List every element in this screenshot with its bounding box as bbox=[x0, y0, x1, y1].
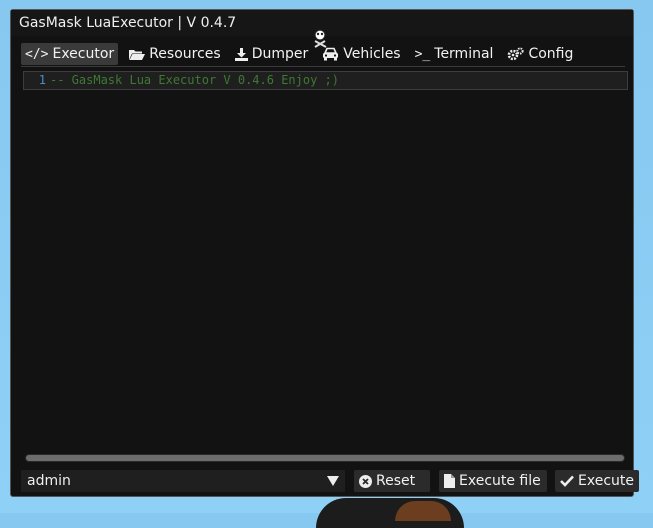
tab-executor[interactable]: </> Executor bbox=[21, 43, 119, 65]
close-circle-icon bbox=[359, 474, 372, 488]
execute-label: Execute bbox=[578, 473, 634, 489]
tab-bar: </> Executor Resources Dumper Vehicles >… bbox=[21, 43, 577, 65]
tab-divider bbox=[21, 66, 625, 67]
tab-terminal[interactable]: >_ Terminal bbox=[411, 43, 498, 65]
footer-bar: admin Reset Execute file Execute bbox=[21, 470, 639, 492]
check-icon bbox=[560, 475, 574, 487]
resource-select[interactable]: admin bbox=[21, 470, 345, 492]
tab-vehicles-label: Vehicles bbox=[343, 46, 401, 62]
resource-select-value: admin bbox=[27, 473, 71, 489]
folder-open-icon bbox=[129, 49, 146, 60]
execute-file-button[interactable]: Execute file bbox=[439, 470, 547, 492]
tab-config[interactable]: Config bbox=[503, 43, 577, 65]
download-icon bbox=[234, 47, 248, 61]
gears-icon bbox=[508, 47, 525, 61]
tab-terminal-label: Terminal bbox=[434, 46, 494, 62]
reset-button[interactable]: Reset bbox=[354, 470, 430, 492]
tab-executor-label: Executor bbox=[52, 46, 115, 62]
car-icon bbox=[323, 47, 339, 61]
terminal-icon: >_ bbox=[414, 46, 431, 62]
executor-window: GasMask LuaExecutor | V 0.4.7 </> Execut… bbox=[10, 9, 639, 497]
code-icon: </> bbox=[25, 46, 49, 62]
execute-file-label: Execute file bbox=[459, 473, 541, 489]
code-line[interactable]: -- GasMask Lua Executor V 0.4.6 Enjoy ;) bbox=[50, 72, 339, 89]
tab-resources-label: Resources bbox=[149, 46, 221, 62]
scrollbar-thumb[interactable] bbox=[26, 455, 624, 461]
background-character-head bbox=[395, 501, 451, 521]
tab-config-label: Config bbox=[528, 46, 574, 62]
horizontal-scrollbar[interactable] bbox=[25, 454, 625, 462]
tab-dumper-label: Dumper bbox=[251, 46, 309, 62]
tab-resources[interactable]: Resources bbox=[124, 43, 225, 65]
line-number: 1 bbox=[38, 73, 46, 87]
tab-dumper[interactable]: Dumper bbox=[231, 43, 313, 65]
file-icon bbox=[444, 474, 455, 488]
cursor-icon bbox=[314, 29, 327, 48]
execute-button[interactable]: Execute bbox=[555, 470, 639, 492]
reset-label: Reset bbox=[376, 473, 416, 489]
chevron-down-icon[interactable] bbox=[321, 470, 345, 492]
code-editor[interactable]: 1 -- GasMask Lua Executor V 0.4.6 Enjoy … bbox=[23, 71, 628, 90]
